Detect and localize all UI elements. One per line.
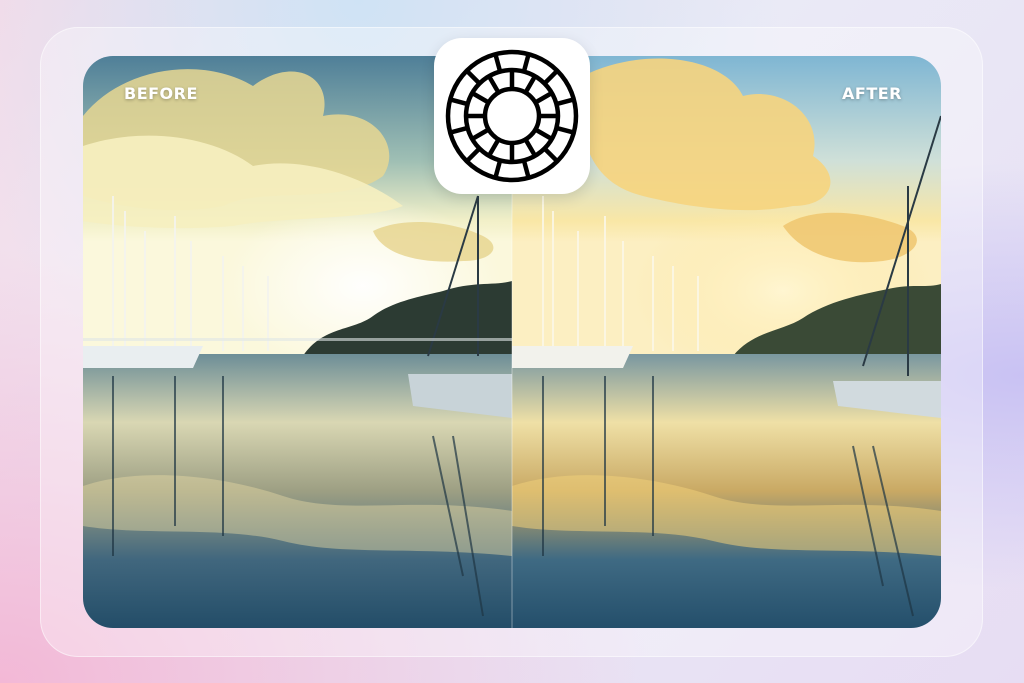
before-label: BEFORE — [124, 84, 198, 103]
vsco-logo-icon — [445, 49, 579, 183]
after-label: AFTER — [842, 84, 902, 103]
app-logo — [434, 38, 590, 194]
